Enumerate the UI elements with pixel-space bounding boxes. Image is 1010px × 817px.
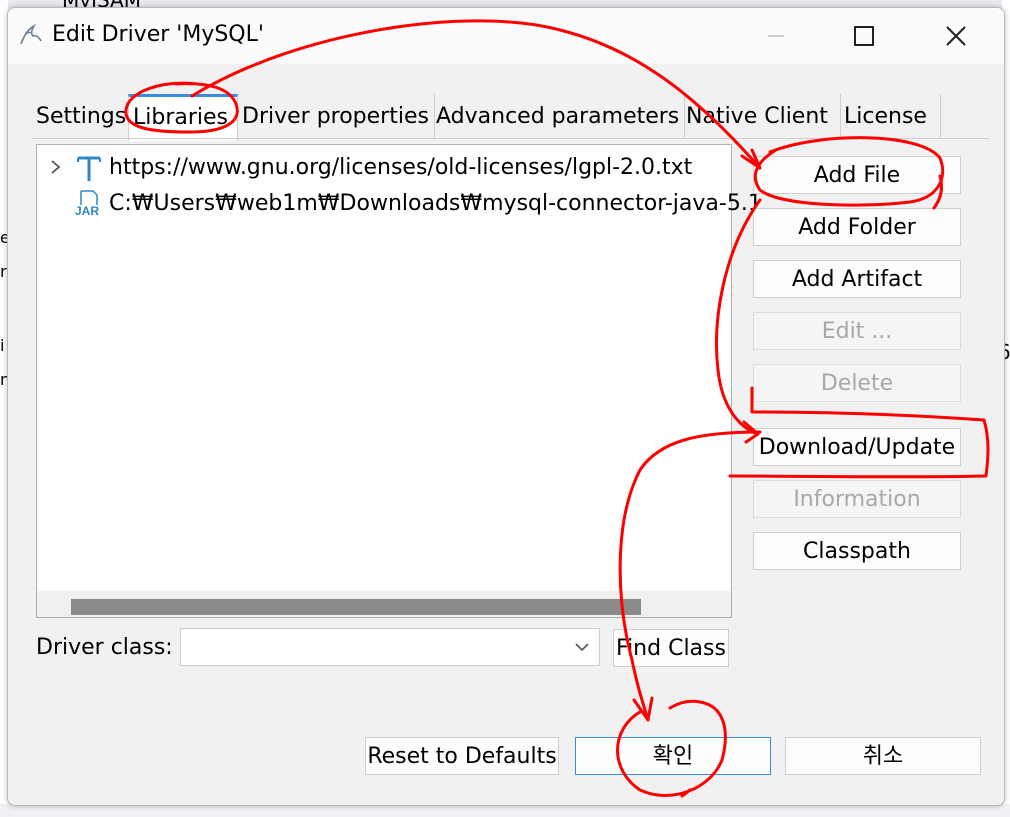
close-button[interactable] xyxy=(933,16,979,56)
ok-button[interactable]: 확인 xyxy=(575,737,771,775)
jar-icon-text: JAR xyxy=(75,204,100,218)
background-text: r xyxy=(0,262,7,281)
add-file-button[interactable]: Add File xyxy=(753,156,961,194)
background-text: i xyxy=(0,336,5,355)
tree-row[interactable]: https://www.gnu.org/licenses/old-license… xyxy=(37,151,731,185)
tree-row[interactable]: JAR C:₩Users₩web1m₩Downloads₩mysql-conne… xyxy=(37,187,762,221)
chevron-down-icon[interactable] xyxy=(573,638,591,656)
maximize-button[interactable] xyxy=(841,16,887,56)
minimize-button[interactable] xyxy=(753,16,799,56)
driver-class-label: Driver class: xyxy=(36,635,173,660)
minimize-icon xyxy=(768,35,784,37)
dbeaver-beaver-icon xyxy=(20,23,42,45)
chevron-right-icon[interactable] xyxy=(49,159,63,175)
tab-native-client[interactable]: Native Client xyxy=(682,94,841,138)
add-artifact-button[interactable]: Add Artifact xyxy=(753,260,961,298)
maximize-icon xyxy=(854,26,874,46)
title-bar[interactable]: Edit Driver 'MySQL' xyxy=(8,8,1004,64)
classpath-button[interactable]: Classpath xyxy=(753,532,961,570)
delete-button[interactable]: Delete xyxy=(753,364,961,402)
find-class-button[interactable]: Find Class xyxy=(613,629,729,667)
jar-file-icon: JAR xyxy=(73,189,103,219)
cancel-button[interactable]: 취소 xyxy=(785,737,981,775)
tab-settings[interactable]: Settings xyxy=(32,94,131,138)
tab-license[interactable]: License xyxy=(840,94,941,138)
tree-row-label: https://www.gnu.org/licenses/old-license… xyxy=(109,155,693,180)
driver-class-combo[interactable] xyxy=(180,628,600,666)
tab-divider xyxy=(32,138,989,139)
information-button[interactable]: Information xyxy=(753,480,961,518)
edit-button[interactable]: Edit ... xyxy=(753,312,961,350)
tab-advanced-parameters[interactable]: Advanced parameters xyxy=(432,94,685,138)
scrollbar-thumb[interactable] xyxy=(71,599,641,615)
reset-to-defaults-button[interactable]: Reset to Defaults xyxy=(365,737,559,775)
window-title: Edit Driver 'MySQL' xyxy=(52,22,264,47)
add-folder-button[interactable]: Add Folder xyxy=(753,208,961,246)
text-file-icon xyxy=(77,156,101,181)
tab-libraries[interactable]: Libraries xyxy=(128,94,238,141)
edit-driver-dialog: Edit Driver 'MySQL' Settings Libraries D… xyxy=(7,7,1005,806)
tab-driver-properties[interactable]: Driver properties xyxy=(238,94,435,138)
libraries-tree[interactable]: https://www.gnu.org/licenses/old-license… xyxy=(36,144,762,618)
horizontal-scrollbar[interactable] xyxy=(37,591,731,617)
tree-row-label: C:₩Users₩web1m₩Downloads₩mysql-connector… xyxy=(109,191,762,216)
close-icon xyxy=(946,26,966,46)
download-update-button[interactable]: Download/Update xyxy=(753,428,961,466)
